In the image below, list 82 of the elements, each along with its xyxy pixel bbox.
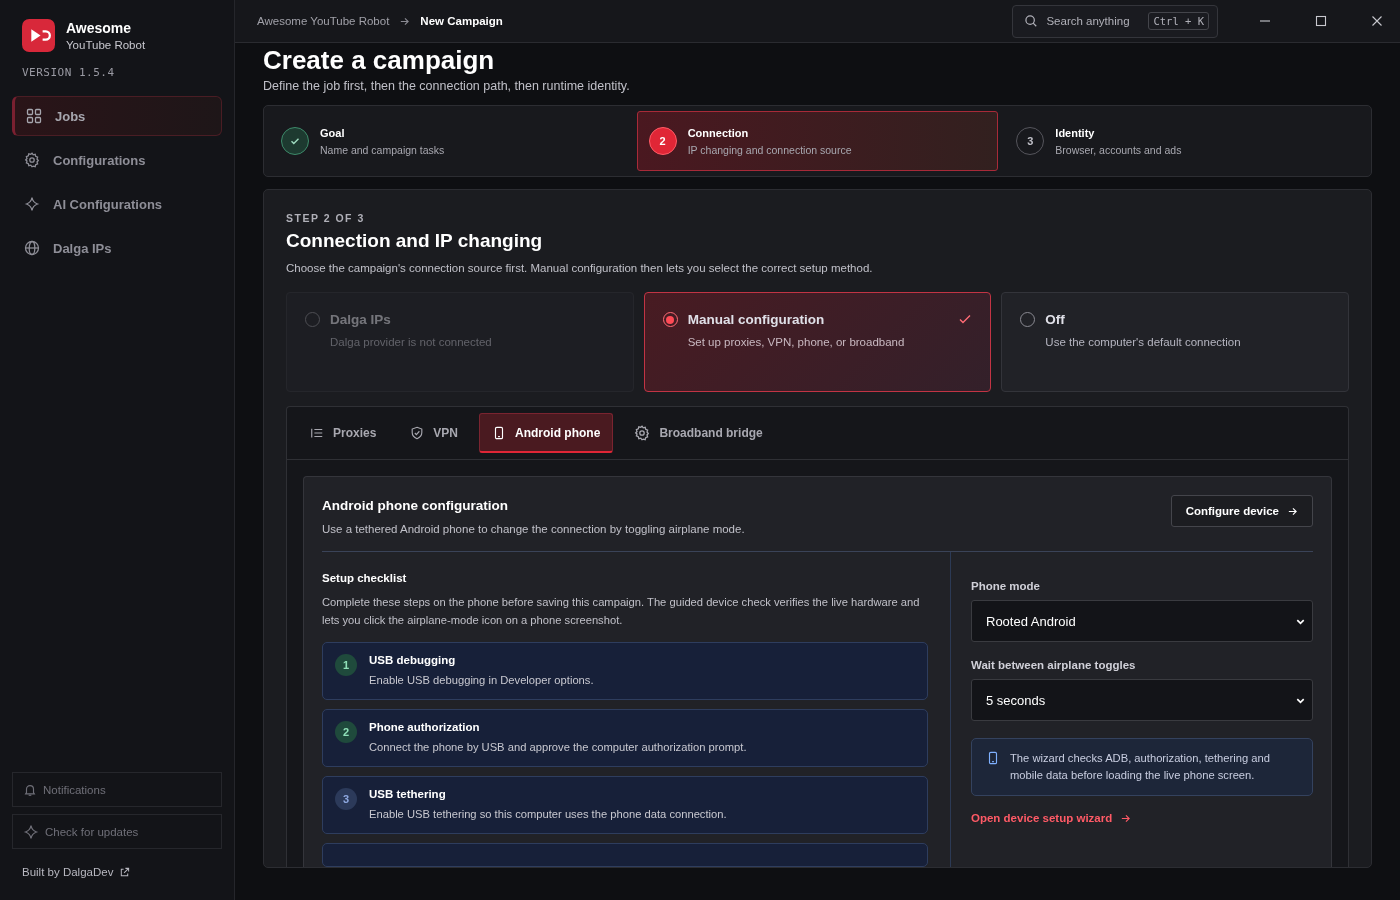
step-number: 1 [335,654,357,676]
sidebar-item[interactable]: AI Configurations [12,184,222,224]
sidebar-button[interactable]: Check for updates [12,814,222,849]
search-icon [1024,14,1039,28]
dropdown[interactable]: 5 seconds [971,679,1313,721]
stepper-step[interactable]: 2 Connection IP changing and connection source [636,111,999,171]
step-title: Connection [687,126,750,139]
bell-icon [23,782,37,797]
tab[interactable]: Broadband bridge [621,413,776,453]
checklist-item-title: Phone authorization [369,721,481,733]
source-option[interactable]: Off Use the computer's default connection [1001,292,1349,392]
dropdown-value: Rooted Android [986,613,1076,629]
external-link-icon [119,866,131,878]
grid-icon [26,108,42,124]
option-title: Off [1045,312,1066,327]
sparkle-icon [24,196,40,212]
shield-icon [410,426,425,440]
checklist-item-description: Enable USB tethering so this computer uses the phone data connection. [369,808,727,820]
settings-icon [24,152,40,168]
search-field[interactable]: Search anything Ctrl + K [1012,4,1218,38]
shortcut-key: Ctrl + K [1148,12,1209,30]
option-description: Use the computer's default connection [1045,336,1242,348]
option-description: Dalga provider is not connected [330,336,493,348]
configure-device-button[interactable]: Configure device [1170,495,1313,527]
section-title: Connection and IP changing [286,230,544,252]
option-title: Dalga IPs [330,312,392,327]
stepper-step[interactable]: Goal Name and campaign tasks [269,111,631,171]
check-icon [958,312,973,326]
page-title: Create a campaign [263,45,496,75]
breadcrumb-link[interactable]: Awesome YouTube Robot [257,15,390,27]
field-label: Wait between airplane toggles [971,659,1137,671]
globe-icon [24,240,40,256]
settings-icon [634,425,651,441]
list-icon [310,426,324,440]
tab[interactable]: Android phone [479,413,614,453]
sparkle-icon [23,823,39,840]
checklist-description: Complete these steps on the phone before saving this campaign. The guided device check verifies the live hardware and lets you click the airplane-mode icon on a phone screenshot. [322,595,921,628]
sidebar-item[interactable]: Jobs [12,96,222,136]
panel-description: Use a tethered Android phone to change the connection by toggling airplane mode. [322,523,745,535]
sidebar-item[interactable]: Configurations [12,140,222,180]
step-eyebrow: STEP 2 OF 3 [286,212,366,224]
dropdown[interactable]: Rooted Android [971,600,1313,642]
credit-link[interactable]: Built by DalgaDev [22,866,212,878]
arrow-right-icon [1120,812,1132,824]
stepper-step[interactable]: 3 Identity Browser, accounts and ads [1004,111,1366,171]
step-title: Identity [1055,126,1096,139]
step-description: Name and campaign tasks [320,143,445,156]
wizard-link[interactable]: Open device setup wizard [971,812,1313,824]
checklist-item-description: Connect the phone by USB and approve the computer authorization prompt. [369,741,747,753]
checklist-title: Setup checklist [322,572,408,584]
section-description: Choose the campaign's connection source first. Manual configuration then lets you select the correct setup method. [286,262,874,274]
phone-icon [986,751,1000,765]
sidebar-button[interactable]: Notifications [12,772,222,807]
checklist-item-title: USB tethering [369,788,447,800]
step-number: 2 [648,127,677,155]
option-title: Manual configuration [687,312,826,327]
source-option[interactable]: Manual configuration Set up proxies, VPN, phone, or broadband [643,292,992,392]
note-text: The wizard checks ADB, authorization, tethering and mobile data before loading the live phone screen. [1010,751,1271,783]
arrow-right-icon [1287,505,1298,517]
sidebar-item[interactable]: Dalga IPs [12,228,222,268]
checklist-item-description: Enable USB debugging in Developer options. [369,674,594,686]
tab[interactable]: VPN [397,413,472,453]
page-subtitle: Define the job first, then the connection path, then runtime identity. [263,79,631,93]
tab[interactable]: Proxies [297,413,390,453]
step-number: 2 [335,721,357,743]
arrow-right-icon [399,15,411,27]
version-label: VERSION 1.5.4 [22,66,116,79]
step-title: Goal [320,126,346,139]
breadcrumb-current: New Campaign [420,15,503,27]
step-description: IP changing and connection source [687,143,852,156]
app-subtitle: YouTube Robot [66,39,146,51]
field-label: Phone mode [971,580,1041,592]
option-description: Set up proxies, VPN, phone, or broadband [687,336,906,348]
check-icon [281,127,309,155]
step-description: Browser, accounts and ads [1055,143,1182,156]
app-name: Awesome [66,20,133,36]
step-number: 3 [335,788,357,810]
logo-icon [22,19,55,52]
panel-title: Android phone configuration [322,498,509,513]
dropdown-value: 5 seconds [986,692,1046,708]
search-input[interactable]: Search anything [1046,15,1141,27]
checklist-item-title: USB debugging [369,654,457,666]
